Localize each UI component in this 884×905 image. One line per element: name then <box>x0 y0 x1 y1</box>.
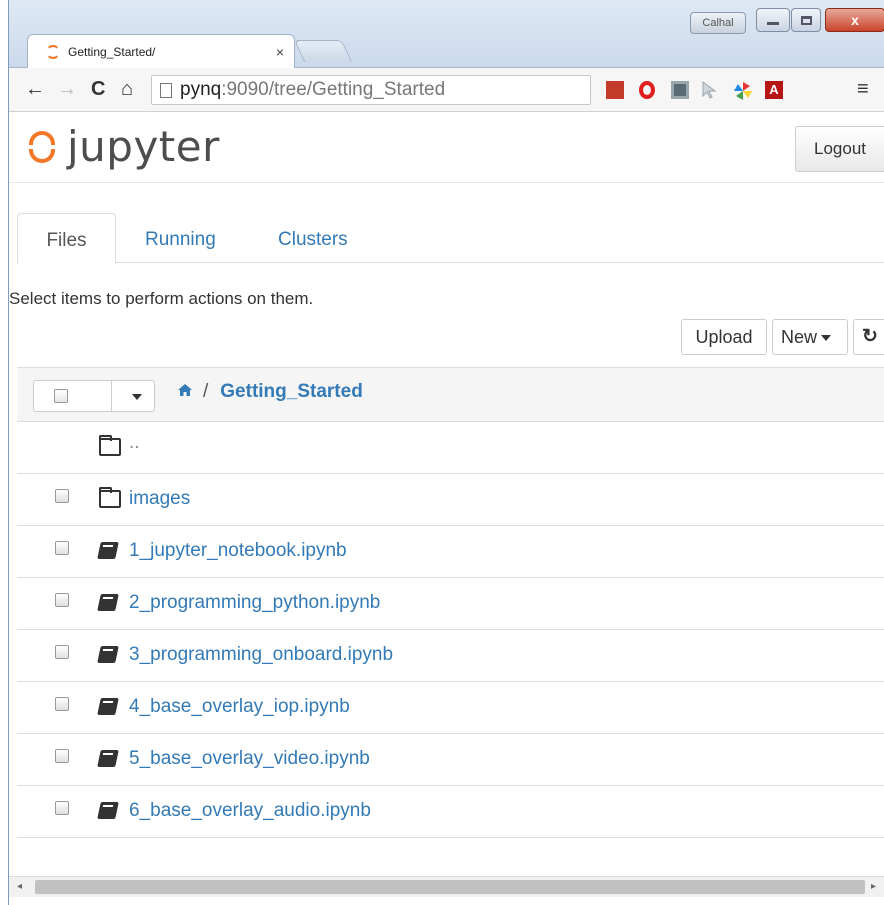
acrobat-extension-icon[interactable]: A <box>765 81 783 99</box>
jupyter-logo[interactable]: jupyter <box>29 125 220 169</box>
home-icon[interactable]: ⌂ <box>121 78 133 100</box>
bookmark-extension-icon[interactable] <box>606 81 624 99</box>
screenshot-extension-icon[interactable] <box>671 81 689 99</box>
minimize-button[interactable] <box>756 8 790 32</box>
user-badge[interactable]: Calhal <box>690 12 746 34</box>
item-checkbox[interactable] <box>55 489 69 503</box>
scrollbar-thumb[interactable] <box>35 880 865 894</box>
notebook-icon <box>97 646 119 663</box>
item-name[interactable]: 3_programming_onboard.ipynb <box>129 644 393 666</box>
horizontal-scrollbar[interactable]: ◂ ▸ <box>9 876 884 897</box>
browser-tab[interactable]: Getting_Started/ × <box>27 34 295 69</box>
folder-icon <box>99 435 121 456</box>
reload-icon[interactable]: C <box>91 78 105 100</box>
list-item[interactable]: 2_programming_python.ipynb <box>17 578 884 630</box>
logout-button[interactable]: Logout <box>795 126 884 172</box>
item-checkbox[interactable] <box>55 697 69 711</box>
notebook-icon <box>97 542 119 559</box>
select-menu-chevron-icon[interactable] <box>132 394 142 400</box>
home-folder-icon[interactable] <box>177 382 193 402</box>
item-name[interactable]: 2_programming_python.ipynb <box>129 592 380 614</box>
tab-close-icon[interactable]: × <box>276 44 284 60</box>
item-name[interactable]: .. <box>129 432 140 454</box>
item-name[interactable]: 6_base_overlay_audio.ipynb <box>129 800 371 822</box>
logo-arc-bottom <box>29 149 55 163</box>
file-list: / Getting_Started .. images 1_jupyter_no… <box>17 367 884 838</box>
upload-button[interactable]: Upload <box>681 319 767 355</box>
jupyter-page: jupyter Logout Files Running Clusters Se… <box>9 113 884 905</box>
item-checkbox[interactable] <box>55 593 69 607</box>
item-checkbox[interactable] <box>55 801 69 815</box>
browser-window: Calhal x Getting_Started/ × ← → C ⌂ pynq… <box>8 0 884 905</box>
scroll-left-arrow-icon[interactable]: ◂ <box>17 881 22 892</box>
list-item[interactable]: 6_base_overlay_audio.ipynb <box>17 786 884 838</box>
notebook-icon <box>97 750 119 767</box>
item-checkbox[interactable] <box>55 645 69 659</box>
close-window-button[interactable]: x <box>825 8 884 32</box>
jupyter-favicon-icon <box>46 45 60 59</box>
dashboard-tabs: Files Running Clusters <box>17 213 884 264</box>
maximize-icon <box>800 15 812 25</box>
new-button[interactable]: New <box>772 319 848 355</box>
browser-menu-icon[interactable]: ≡ <box>857 78 869 101</box>
item-name[interactable]: 4_base_overlay_iop.ipynb <box>129 696 350 718</box>
new-tab-button[interactable] <box>293 40 353 62</box>
select-all-checkbox[interactable] <box>54 389 68 403</box>
notebook-icon <box>97 594 119 611</box>
selection-hint: Select items to perform actions on them. <box>9 289 314 308</box>
list-item[interactable]: images <box>17 474 884 526</box>
list-item[interactable]: 5_base_overlay_video.ipynb <box>17 734 884 786</box>
list-item[interactable]: 1_jupyter_notebook.ipynb <box>17 526 884 578</box>
opera-extension-icon[interactable] <box>639 81 655 99</box>
divider <box>111 381 112 411</box>
logo-arc-top <box>29 131 55 145</box>
forward-arrow-icon[interactable]: → <box>57 78 77 100</box>
refresh-icon: ↻ <box>862 326 878 347</box>
select-all-group[interactable] <box>33 380 155 412</box>
item-name[interactable]: 1_jupyter_notebook.ipynb <box>129 540 347 562</box>
tab-files[interactable]: Files <box>17 213 116 264</box>
tab-running[interactable]: Running <box>145 213 216 263</box>
item-name[interactable]: images <box>129 488 190 510</box>
title-bar: Calhal x Getting_Started/ × <box>9 0 884 69</box>
address-bar[interactable]: pynq:9090/tree/Getting_Started <box>151 75 591 105</box>
jupyter-logo-icon <box>29 129 55 165</box>
list-header: / Getting_Started <box>17 368 884 422</box>
list-item[interactable]: 3_programming_onboard.ipynb <box>17 630 884 682</box>
notebook-icon <box>97 802 119 819</box>
minimize-icon <box>767 21 779 25</box>
list-item[interactable]: .. <box>17 422 884 474</box>
scroll-right-arrow-icon[interactable]: ▸ <box>871 881 876 892</box>
item-checkbox[interactable] <box>55 541 69 555</box>
refresh-button[interactable]: ↻ <box>853 319 884 355</box>
item-checkbox[interactable] <box>55 749 69 763</box>
maximize-button[interactable] <box>791 8 821 32</box>
new-button-label: New <box>781 327 818 347</box>
url-path: :9090/tree/Getting_Started <box>221 79 446 100</box>
pinwheel-extension-icon[interactable] <box>733 81 752 100</box>
item-name[interactable]: 5_base_overlay_video.ipynb <box>129 748 370 770</box>
browser-toolbar: ← → C ⌂ pynq:9090/tree/Getting_Started A… <box>9 68 884 112</box>
logo-text: jupyter <box>67 122 220 171</box>
back-arrow-icon[interactable]: ← <box>25 78 45 100</box>
tab-clusters[interactable]: Clusters <box>278 213 348 263</box>
page-icon <box>160 82 172 98</box>
url-host: pynq <box>180 79 222 100</box>
cursor-extension-icon[interactable] <box>701 81 719 99</box>
close-icon: x <box>851 12 859 28</box>
breadcrumb: / Getting_Started <box>177 381 363 403</box>
list-item[interactable]: 4_base_overlay_iop.ipynb <box>17 682 884 734</box>
notebook-icon <box>97 698 119 715</box>
breadcrumb-separator: / <box>203 381 209 402</box>
chevron-down-icon <box>821 335 832 342</box>
breadcrumb-current[interactable]: Getting_Started <box>220 381 363 403</box>
jupyter-header: jupyter Logout <box>9 113 884 183</box>
tab-title: Getting_Started/ <box>68 45 156 59</box>
folder-icon <box>99 487 121 508</box>
